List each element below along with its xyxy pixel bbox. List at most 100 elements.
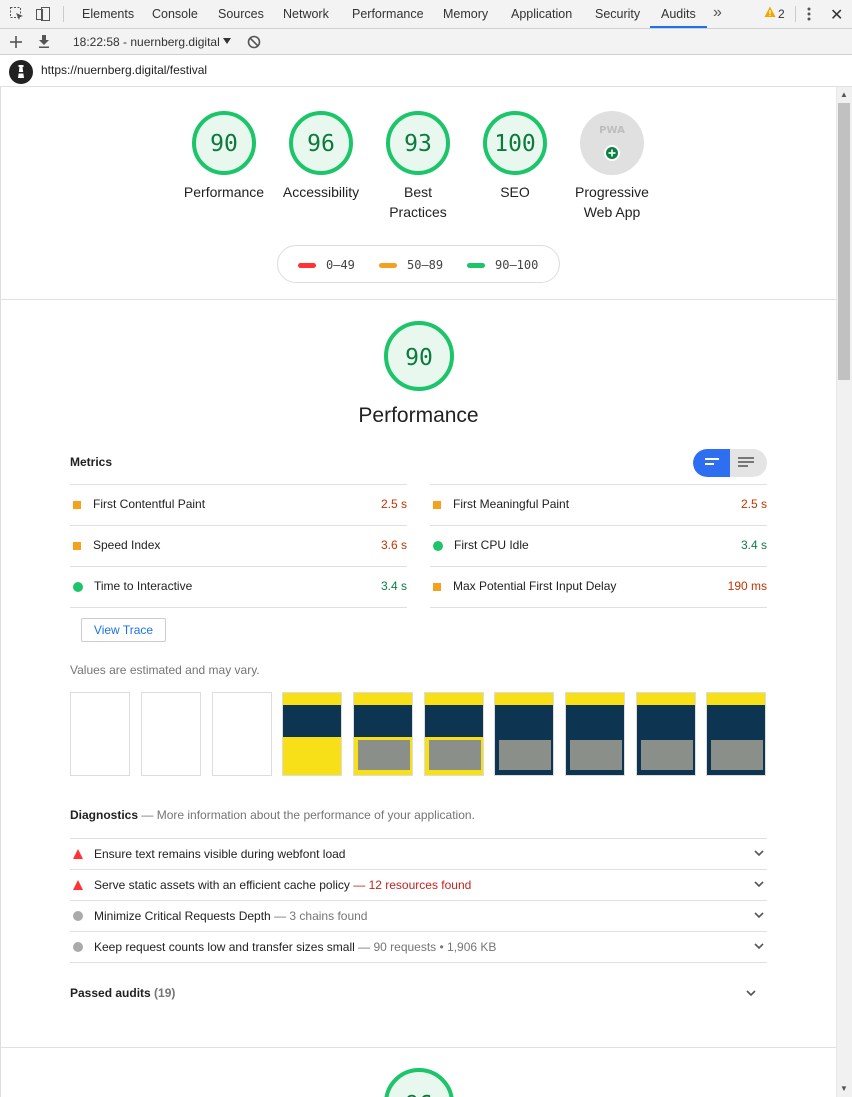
passed-audits-count: (19) <box>154 986 176 1000</box>
gauge-label: Performance <box>176 182 272 202</box>
tab-performance[interactable]: Performance <box>352 0 424 29</box>
filmstrip-frame <box>70 692 130 776</box>
metric-divider <box>430 566 767 567</box>
active-tab-indicator <box>650 26 707 28</box>
filmstrip-frame <box>636 692 696 776</box>
score-ring-icon: 90 <box>192 111 256 175</box>
tab-application[interactable]: Application <box>511 0 572 29</box>
inspect-element-icon[interactable] <box>9 6 25 22</box>
scroll-down-arrow-icon[interactable]: ▼ <box>840 1084 848 1093</box>
kebab-menu-icon[interactable] <box>807 7 811 21</box>
clear-icon[interactable] <box>247 35 261 49</box>
metric-value: 190 ms <box>727 579 767 593</box>
device-toolbar-icon[interactable] <box>35 6 51 22</box>
close-devtools-button[interactable]: ✕ <box>830 5 843 25</box>
tab-network[interactable]: Network <box>283 0 329 29</box>
report-selector[interactable]: 18:22:58 - nuernberg.digital <box>73 29 220 55</box>
chevron-down-icon[interactable] <box>753 878 765 890</box>
passed-audits-toggle[interactable]: Passed audits (19) <box>70 986 175 1000</box>
gauge-seo[interactable]: 100 SEO <box>467 110 563 202</box>
filmstrip-frame <box>565 692 625 776</box>
score-ring-icon: 100 <box>483 111 547 175</box>
legend-average: 50–89 <box>407 258 444 272</box>
gauge-pwa[interactable]: PWA Progressive Web App <box>564 110 660 222</box>
dropdown-arrow-icon[interactable] <box>223 37 231 45</box>
gauge-label: Best Practices <box>370 182 466 222</box>
filmstrip-frame <box>353 692 413 776</box>
legend-fail: 0–49 <box>326 258 355 272</box>
diagnostic-detail: — 90 requests • 1,906 KB <box>358 940 497 954</box>
average-square-icon <box>433 583 441 591</box>
metrics-view-toggle[interactable] <box>693 449 767 477</box>
tab-console[interactable]: Console <box>152 0 198 29</box>
pass-dot-icon <box>433 541 443 551</box>
chevron-down-icon[interactable] <box>753 909 765 921</box>
metric-divider <box>430 525 767 526</box>
tab-security[interactable]: Security <box>595 0 640 29</box>
pass-dot-icon <box>73 582 83 592</box>
expanded-view-icon[interactable] <box>738 457 754 470</box>
diagnostics-heading: Diagnostics — More information about the… <box>70 808 475 822</box>
view-trace-button[interactable]: View Trace <box>81 618 166 642</box>
metric-divider <box>70 607 407 608</box>
performance-title: Performance <box>358 404 479 427</box>
tab-audits[interactable]: Audits <box>661 0 696 29</box>
metric-value: 3.4 s <box>740 538 767 552</box>
diagnostic-title: Ensure text remains visible during webfo… <box>94 847 346 861</box>
warning-icon[interactable] <box>764 6 776 18</box>
score-legend: 0–49 50–89 90–100 <box>277 245 560 283</box>
gauge-label: SEO <box>467 182 563 202</box>
metric-value: 2.5 s <box>740 497 767 511</box>
gauge-score: 100 <box>494 131 536 157</box>
metric-name: First CPU Idle <box>454 538 529 552</box>
average-bar-icon <box>379 263 397 268</box>
filmstrip-frame <box>706 692 766 776</box>
score-ring-icon: 93 <box>386 111 450 175</box>
download-icon[interactable] <box>38 35 50 48</box>
passed-audits-label: Passed audits <box>70 986 151 1000</box>
diagnostic-text: Serve static assets with an efficient ca… <box>94 878 471 892</box>
metric-divider <box>430 607 767 608</box>
fail-bar-icon <box>298 263 316 268</box>
tab-memory[interactable]: Memory <box>443 0 488 29</box>
gauge-score: 96 <box>307 131 335 157</box>
diagnostic-item[interactable]: Keep request counts low and transfer siz… <box>70 931 767 963</box>
section-divider <box>0 1047 836 1048</box>
toolbar-separator <box>63 6 64 22</box>
plus-icon[interactable] <box>10 36 22 48</box>
gauge-label-text: Performance <box>183 184 265 200</box>
gauge-performance[interactable]: 90 Performance <box>176 110 272 202</box>
gauge-score: 90 <box>210 131 238 157</box>
pwa-badge-icon: PWA <box>580 111 644 175</box>
lighthouse-logo-icon <box>9 60 33 84</box>
tab-elements[interactable]: Elements <box>82 0 134 29</box>
metric-name: Time to Interactive <box>94 579 193 593</box>
diagnostic-title: Minimize Critical Requests Depth <box>94 909 271 923</box>
audited-url: https://nuernberg.digital/festival <box>41 63 208 77</box>
tab-sources[interactable]: Sources <box>218 0 264 29</box>
diagnostic-text: Ensure text remains visible during webfo… <box>94 847 345 861</box>
diagnostic-item[interactable]: Ensure text remains visible during webfo… <box>70 838 767 869</box>
next-section-score: 96 <box>405 1092 433 1097</box>
diagnostic-title: Serve static assets with an efficient ca… <box>94 878 350 892</box>
diagnostic-title: Keep request counts low and transfer siz… <box>94 940 355 954</box>
filmstrip-frame <box>282 692 342 776</box>
chevron-down-icon[interactable] <box>745 987 757 999</box>
scroll-up-arrow-icon[interactable]: ▲ <box>840 90 848 99</box>
chevron-down-icon[interactable] <box>753 940 765 952</box>
metric-divider <box>430 484 767 485</box>
scrollbar-thumb[interactable] <box>838 103 850 380</box>
chevron-down-icon[interactable] <box>753 847 765 859</box>
gauge-accessibility[interactable]: 96 Accessibility <box>273 110 369 202</box>
metric-name: Max Potential First Input Delay <box>453 579 617 593</box>
filmstrip-frame <box>424 692 484 776</box>
more-tabs-button[interactable]: » <box>713 4 722 22</box>
estimate-note: Values are estimated and may vary. <box>70 663 260 677</box>
info-dot-icon <box>73 911 83 921</box>
gauge-best-practices[interactable]: 93 Best Practices <box>370 110 466 222</box>
diagnostic-item[interactable]: Serve static assets with an efficient ca… <box>70 869 767 900</box>
diagnostic-item[interactable]: Minimize Critical Requests Depth — 3 cha… <box>70 900 767 931</box>
warning-count[interactable]: 2 <box>778 0 785 29</box>
diagnostic-text: Keep request counts low and transfer siz… <box>94 940 496 954</box>
diagnostic-detail: — 3 chains found <box>274 909 368 923</box>
